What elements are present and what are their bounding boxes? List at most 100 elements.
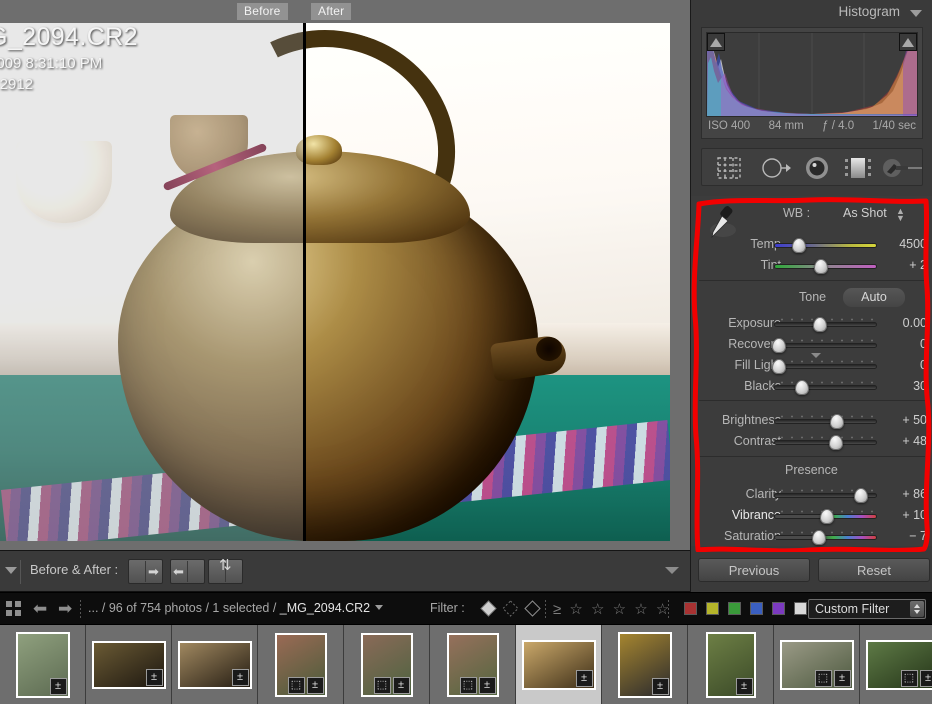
filmstrip-cell[interactable]: ⬚ ± bbox=[258, 624, 344, 704]
breadcrumb-caret-icon[interactable] bbox=[375, 605, 384, 610]
custom-filter-select[interactable]: Custom Filter bbox=[808, 599, 926, 619]
thumb-walker-garden[interactable]: ± bbox=[705, 631, 756, 698]
thumb-man-steps-2[interactable]: ⬚ ± bbox=[360, 632, 413, 697]
color-label-red[interactable] bbox=[684, 602, 697, 615]
thumb-group-photo[interactable]: ⬚ ± bbox=[779, 639, 854, 690]
color-label-none[interactable] bbox=[794, 602, 807, 615]
histogram-header[interactable]: Histogram bbox=[691, 0, 932, 24]
custom-filter-stepper-icon[interactable] bbox=[910, 601, 924, 617]
color-label-blue[interactable] bbox=[750, 602, 763, 615]
saturation-knob[interactable] bbox=[812, 530, 826, 545]
grid-view-icon[interactable] bbox=[6, 601, 22, 617]
brightness-knob[interactable] bbox=[830, 414, 844, 429]
slider-row-contrast[interactable]: Contrast + 48 bbox=[691, 431, 932, 452]
reset-button[interactable]: Reset bbox=[818, 558, 930, 582]
previous-button[interactable]: Previous bbox=[698, 558, 810, 582]
copy-before-to-after-button[interactable]: ⬅ bbox=[170, 559, 205, 584]
thumb-pond-bench[interactable]: ⬚ ± bbox=[865, 639, 932, 690]
basic-adjustments-panel: WB : As Shot ▲ ▼ Temp 4500 Tint + 2 Tone … bbox=[691, 196, 932, 546]
thumb-man-steps-3[interactable]: ⬚ ± bbox=[446, 632, 499, 697]
go-back-arrow-icon[interactable]: ⬅ bbox=[33, 600, 47, 617]
thumb-garden-stools[interactable]: ± bbox=[15, 631, 70, 698]
flag-unflagged-icon[interactable] bbox=[502, 600, 519, 617]
thumb-cups-row[interactable]: ± bbox=[177, 640, 252, 689]
slider-row-saturation[interactable]: Saturation − 7 bbox=[691, 526, 932, 547]
recovery-knob[interactable] bbox=[772, 338, 786, 353]
filmstrip-cell[interactable]: ± bbox=[688, 624, 774, 704]
filmstrip-cell[interactable]: ± bbox=[0, 624, 86, 704]
copy-after-to-before-button[interactable]: ➡ bbox=[128, 559, 163, 584]
white-balance-row[interactable]: WB : As Shot ▲ ▼ bbox=[691, 206, 932, 226]
red-eye-correction-tool-icon[interactable] bbox=[804, 156, 830, 180]
flag-rejected-icon[interactable] bbox=[524, 600, 541, 617]
toolbar-collapse-left-icon[interactable] bbox=[5, 567, 17, 574]
slider-row-exposure[interactable]: Exposure 0.00 bbox=[691, 313, 932, 334]
spot-removal-tool-icon[interactable] bbox=[760, 156, 792, 180]
slider-row-blacks[interactable]: Blacks 30 bbox=[691, 376, 932, 397]
thumb-bowl-rings[interactable]: ± bbox=[617, 631, 672, 698]
wb-stepper-icon[interactable]: ▲ ▼ bbox=[896, 207, 905, 223]
chevron-down-icon[interactable] bbox=[910, 10, 922, 17]
filmstrip-cell[interactable]: ± bbox=[516, 624, 602, 704]
filmstrip[interactable]: ± ± ± ⬚ ± ⬚ ± ⬚ ± ± ± ± ⬚ ± ⬚ ± bbox=[0, 624, 932, 704]
histogram-panel[interactable]: ISO 400 84 mm ƒ / 4.0 1/40 sec bbox=[701, 27, 923, 139]
slider-row-temp[interactable]: Temp 4500 bbox=[691, 234, 932, 255]
toolbar-more-options-icon[interactable] bbox=[665, 567, 679, 574]
slider-row-recovery[interactable]: Recovery 0 bbox=[691, 334, 932, 355]
go-forward-arrow-icon[interactable]: ➡ bbox=[58, 600, 72, 617]
recovery-track[interactable] bbox=[774, 343, 877, 348]
filmstrip-cell[interactable]: ⬚ ± bbox=[774, 624, 860, 704]
after-photo bbox=[306, 23, 670, 541]
wb-value[interactable]: As Shot bbox=[843, 206, 887, 220]
temp-value: 4500 bbox=[899, 237, 927, 251]
slider-row-fill-light[interactable]: Fill Light 0 bbox=[691, 355, 932, 376]
filmstrip-cell[interactable]: ± bbox=[172, 624, 258, 704]
slider-row-brightness[interactable]: Brightness + 50 bbox=[691, 410, 932, 431]
fill-light-track[interactable] bbox=[774, 364, 877, 369]
tint-knob[interactable] bbox=[814, 259, 828, 274]
after-image-pane[interactable] bbox=[306, 23, 670, 541]
color-label-purple[interactable] bbox=[772, 602, 785, 615]
contrast-track[interactable] bbox=[774, 440, 877, 445]
slider-row-vibrance[interactable]: Vibrance + 10 bbox=[691, 505, 932, 526]
swap-before-after-button[interactable]: ⇅ bbox=[208, 558, 243, 584]
vibrance-knob[interactable] bbox=[820, 509, 834, 524]
filmstrip-cell[interactable]: ⬚ ± bbox=[344, 624, 430, 704]
shadow-clipping-indicator[interactable] bbox=[707, 33, 725, 51]
before-after-divider[interactable] bbox=[303, 23, 306, 541]
brightness-track[interactable] bbox=[774, 419, 877, 424]
exposure-knob[interactable] bbox=[813, 317, 827, 332]
color-label-green[interactable] bbox=[728, 602, 741, 615]
contrast-knob[interactable] bbox=[829, 435, 843, 450]
before-image-pane[interactable] bbox=[0, 23, 303, 541]
filmstrip-cell[interactable]: ⬚ ± bbox=[430, 624, 516, 704]
filmstrip-cell[interactable]: ⬚ ± bbox=[860, 624, 932, 704]
breadcrumb[interactable]: ... / 96 of 754 photos / 1 selected / _M… bbox=[88, 601, 384, 615]
temp-knob[interactable] bbox=[792, 238, 806, 253]
adjustment-brush-tool-icon[interactable] bbox=[882, 156, 922, 180]
lightroom-develop-window: Before After G_2094.CR2 009 8:31:10 PM 2… bbox=[0, 0, 932, 704]
slider-row-tint[interactable]: Tint + 2 bbox=[691, 255, 932, 276]
panel-collapse-caret-icon[interactable] bbox=[811, 353, 821, 358]
graduated-filter-tool-icon[interactable] bbox=[842, 156, 874, 180]
flag-pick-icon[interactable] bbox=[480, 600, 497, 617]
temp-track[interactable] bbox=[774, 243, 877, 248]
thumb-teapot-dark[interactable]: ± bbox=[91, 640, 166, 689]
highlight-clipping-indicator[interactable] bbox=[899, 33, 917, 51]
auto-tone-button[interactable]: Auto bbox=[843, 288, 905, 307]
crop-overlay-tool-icon[interactable] bbox=[716, 156, 742, 180]
exif-focal-length: 84 mm bbox=[768, 120, 804, 132]
image-preview-area[interactable]: Before After G_2094.CR2 009 8:31:10 PM 2… bbox=[0, 0, 690, 550]
clarity-knob[interactable] bbox=[854, 488, 868, 503]
histogram-svg bbox=[707, 33, 917, 116]
filmstrip-cell[interactable]: ± bbox=[86, 624, 172, 704]
thumb-man-steps-1[interactable]: ⬚ ± bbox=[274, 632, 327, 697]
blacks-knob[interactable] bbox=[795, 380, 809, 395]
filmstrip-cell[interactable]: ± bbox=[602, 624, 688, 704]
blacks-track[interactable] bbox=[774, 385, 877, 390]
fill-light-knob[interactable] bbox=[772, 359, 786, 374]
thumb-teapot-selected[interactable]: ± bbox=[521, 639, 596, 690]
color-label-yellow[interactable] bbox=[706, 602, 719, 615]
slider-row-clarity[interactable]: Clarity + 86 bbox=[691, 484, 932, 505]
star-rating-filter[interactable]: ≥ ☆ ☆ ☆ ☆ ☆ bbox=[553, 600, 671, 618]
